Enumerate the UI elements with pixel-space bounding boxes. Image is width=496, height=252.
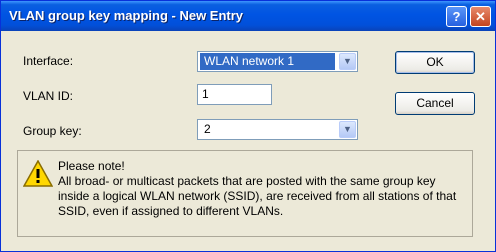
vlan-id-input[interactable]: 1 bbox=[197, 84, 272, 105]
cancel-button[interactable]: Cancel bbox=[395, 92, 475, 115]
interface-select[interactable]: WLAN network 1 ▼ bbox=[197, 51, 358, 72]
group-key-select[interactable]: 2 ▼ bbox=[197, 119, 358, 140]
window-title: VLAN group key mapping - New Entry bbox=[9, 8, 244, 23]
close-button[interactable]: ✕ bbox=[470, 6, 491, 27]
interface-label: Interface: bbox=[23, 54, 74, 68]
group-key-value: 2 bbox=[204, 122, 211, 136]
chevron-down-icon[interactable]: ▼ bbox=[339, 121, 356, 138]
vlan-id-label: VLAN ID: bbox=[23, 89, 74, 103]
help-button[interactable]: ? bbox=[446, 6, 467, 27]
note-title: Please note! bbox=[58, 159, 125, 173]
note-text: All broad- or multicast packets that are… bbox=[58, 174, 457, 218]
warning-icon bbox=[23, 160, 53, 187]
vlan-id-value: 1 bbox=[202, 87, 209, 101]
interface-value: WLAN network 1 bbox=[200, 53, 335, 70]
ok-button[interactable]: OK bbox=[395, 51, 475, 74]
group-key-label: Group key: bbox=[23, 124, 82, 138]
title-bar[interactable]: VLAN group key mapping - New Entry ? ✕ bbox=[1, 1, 495, 31]
dialog-window: VLAN group key mapping - New Entry ? ✕ I… bbox=[0, 0, 496, 252]
chevron-down-icon[interactable]: ▼ bbox=[339, 53, 356, 70]
